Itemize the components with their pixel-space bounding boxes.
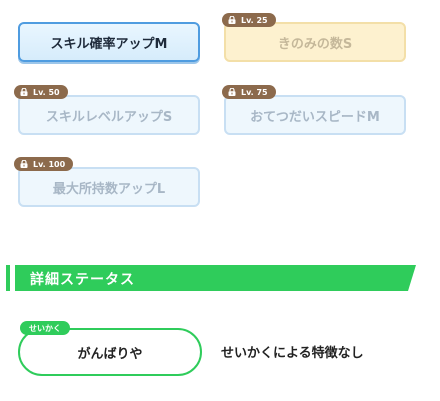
level-text: Lv. 75 — [241, 87, 268, 97]
level-text: Lv. 100 — [33, 159, 66, 169]
section-header: 詳細ステータス — [6, 265, 416, 291]
skill-label: おてつだいスピードM — [250, 109, 380, 125]
skill-label: スキル確率アップM — [50, 36, 168, 52]
nature-value: がんばりや — [77, 346, 143, 362]
lock-icon — [228, 16, 236, 24]
lock-icon — [20, 88, 28, 96]
skill-card-5[interactable]: 最大所持数アップL — [18, 167, 200, 207]
level-badge: Lv. 100 — [14, 157, 74, 171]
level-text: Lv. 50 — [33, 87, 60, 97]
level-badge: Lv. 50 — [14, 85, 68, 99]
skill-card-2[interactable]: きのみの数S — [224, 22, 406, 62]
nature-value-box[interactable]: がんばりや — [18, 328, 202, 376]
nature-tag: せいかく — [20, 321, 70, 335]
lock-icon — [20, 160, 28, 168]
level-badge: Lv. 25 — [222, 13, 276, 27]
skill-label: スキルレベルアップS — [45, 109, 173, 125]
level-badge: Lv. 75 — [222, 85, 276, 99]
section-title: 詳細ステータス — [30, 272, 135, 288]
lock-icon — [228, 88, 236, 96]
skill-card-1[interactable]: スキル確率アップM — [18, 22, 200, 62]
skill-card-3[interactable]: スキルレベルアップS — [18, 95, 200, 135]
skill-card-4[interactable]: おてつだいスピードM — [224, 95, 406, 135]
level-text: Lv. 25 — [241, 15, 268, 25]
nature-effect: せいかくによる特徴なし — [221, 346, 364, 361]
skill-label: きのみの数S — [277, 36, 353, 52]
skill-label: 最大所持数アップL — [52, 181, 166, 197]
